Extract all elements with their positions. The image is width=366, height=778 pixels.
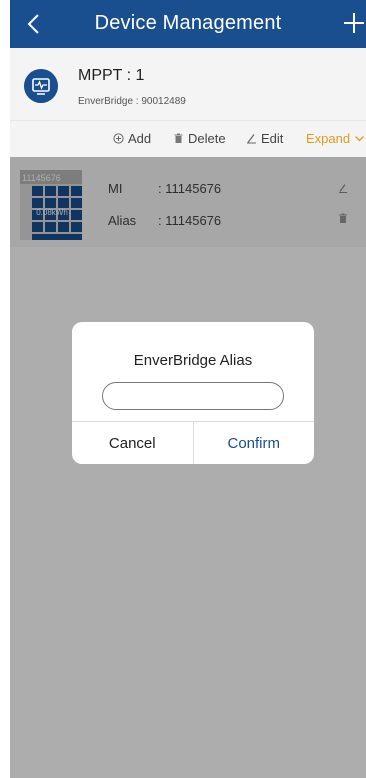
edit-button[interactable]: Edit bbox=[246, 131, 283, 146]
chevron-down-icon bbox=[355, 136, 365, 142]
expand-label: Expand bbox=[306, 131, 351, 146]
alias-input[interactable] bbox=[102, 382, 284, 410]
cancel-button[interactable]: Cancel bbox=[72, 422, 194, 464]
modal-backdrop[interactable] bbox=[10, 157, 366, 778]
device-name: MPPT : 1 bbox=[78, 67, 145, 84]
device-management-screen: Device Management MPPT : 1 EnverBridge :… bbox=[10, 0, 366, 778]
alias-dialog: EnverBridge Alias Cancel Confirm bbox=[72, 322, 314, 464]
plus-icon[interactable] bbox=[342, 11, 366, 35]
device-header: MPPT : 1 EnverBridge : 90012489 bbox=[10, 48, 366, 120]
confirm-button[interactable]: Confirm bbox=[194, 422, 315, 464]
dialog-actions: Cancel Confirm bbox=[72, 421, 314, 464]
top-nav-bar: Device Management bbox=[10, 0, 366, 48]
delete-button[interactable]: Delete bbox=[173, 131, 226, 146]
add-button[interactable]: Add bbox=[113, 131, 151, 146]
edit-label: Edit bbox=[261, 131, 284, 146]
pencil-icon bbox=[247, 134, 256, 144]
add-label: Add bbox=[128, 131, 152, 146]
page-title: Device Management bbox=[94, 12, 282, 34]
add-circle-icon bbox=[113, 133, 124, 144]
monitor-icon bbox=[24, 69, 58, 103]
action-bar: Add Delete Edit Expand bbox=[10, 120, 366, 157]
expand-button[interactable]: Expand bbox=[306, 131, 365, 146]
device-serial: EnverBridge : 90012489 bbox=[78, 96, 186, 107]
delete-label: Delete bbox=[188, 131, 226, 146]
dialog-title: EnverBridge Alias bbox=[133, 352, 253, 369]
trash-icon bbox=[174, 133, 183, 143]
